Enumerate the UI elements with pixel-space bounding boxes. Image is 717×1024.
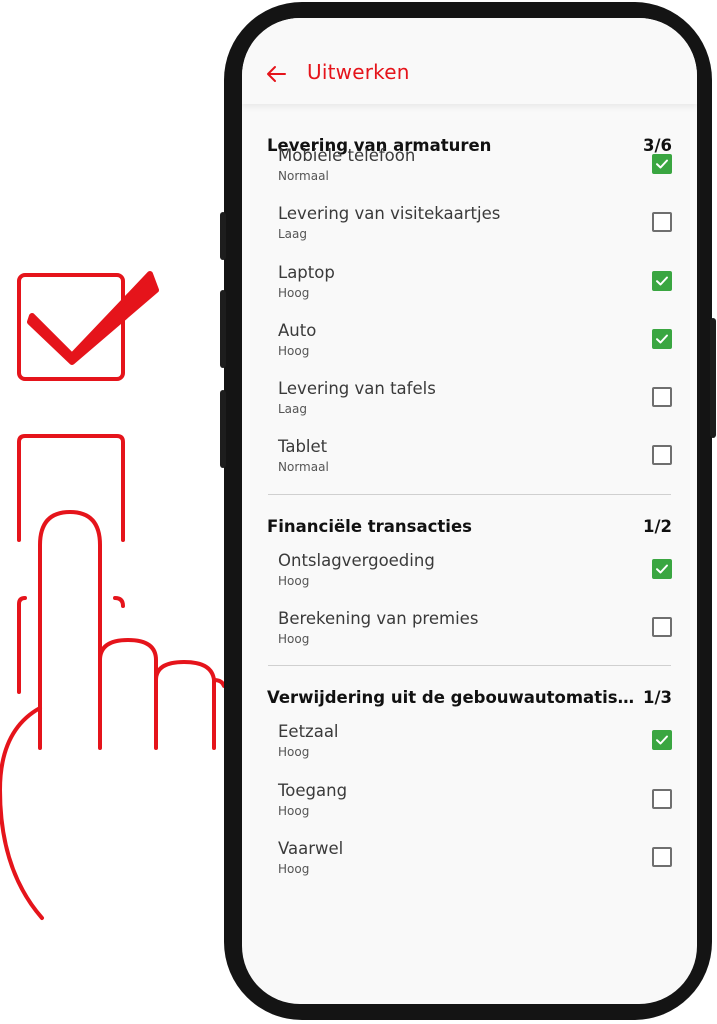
section-levering-van-armaturen: Levering van armaturen 3/6 Mobiele telef…: [242, 104, 697, 496]
item-label: Mobiele telefoon: [278, 146, 416, 165]
item-label: Berekening van premies: [278, 609, 479, 629]
list-item[interactable]: Mobiele telefoon Normaal: [278, 146, 672, 204]
hand-checkbox-illustration: [0, 271, 226, 920]
item-priority: Hoog: [278, 861, 310, 876]
list-item[interactable]: Laptop Hoog: [278, 263, 672, 321]
item-checkbox[interactable]: [652, 445, 672, 466]
app-bar: Uitwerken: [242, 18, 697, 104]
item-priority: Normaal: [278, 460, 329, 475]
checkmark-icon: [656, 735, 668, 745]
item-checkbox[interactable]: [652, 730, 672, 751]
item-priority: Laag: [278, 227, 308, 242]
item-label: Tablet: [278, 437, 328, 457]
section-header: Levering van armaturen 3/6: [267, 104, 672, 155]
section-verwijdering-gebouwautomatisering: Verwijdering uit de gebouwautomatisering…: [242, 666, 697, 897]
illustration-checkbox-empty: [17, 434, 125, 542]
item-checkbox[interactable]: [652, 270, 672, 291]
list-item[interactable]: Auto Hoog: [278, 321, 672, 379]
item-priority: Hoog: [278, 803, 310, 818]
arrow-left-icon[interactable]: [264, 62, 288, 86]
item-priority: Hoog: [278, 745, 310, 760]
item-label: Laptop: [278, 262, 335, 282]
checkmark-icon: [656, 159, 668, 169]
page-title: Uitwerken: [307, 60, 410, 84]
item-priority: Normaal: [278, 169, 329, 183]
list-item[interactable]: Tablet Normaal: [278, 437, 672, 495]
item-label: Levering van tafels: [278, 379, 436, 399]
item-priority: Laag: [278, 402, 308, 417]
item-checkbox[interactable]: [652, 846, 672, 867]
item-priority: Hoog: [278, 285, 310, 300]
item-label: Ontslagvergoeding: [278, 550, 435, 570]
item-checkbox[interactable]: [652, 387, 672, 408]
item-checkbox[interactable]: [652, 617, 672, 638]
item-checkbox[interactable]: [652, 212, 672, 233]
checkmark-icon: [656, 334, 668, 344]
item-label: Levering van visitekaartjes: [278, 204, 501, 224]
item-label: Auto: [278, 320, 317, 340]
list-item[interactable]: Berekening van premies Hoog: [278, 609, 672, 667]
item-priority: Hoog: [278, 573, 310, 588]
illustration-hand: [0, 510, 226, 920]
section-header: Verwijdering uit de gebouwautomatisering…: [267, 666, 672, 714]
section-title: Financiële transacties: [267, 516, 472, 536]
item-priority: Hoog: [278, 632, 310, 647]
phone-screen: Uitwerken Levering van armaturen 3/6 Mob…: [242, 18, 697, 1004]
item-label: Eetzaal: [278, 722, 339, 742]
checkmark-icon: [656, 276, 668, 286]
illustration-checkmark: [27, 271, 159, 365]
list-item[interactable]: Levering van visitekaartjes Laag: [278, 204, 672, 262]
phone-side-button: [220, 212, 226, 260]
list-item[interactable]: Vaarwel Hoog: [278, 839, 672, 897]
list-item[interactable]: Ontslagvergoeding Hoog: [278, 551, 672, 609]
item-checkbox[interactable]: [652, 328, 672, 349]
section-title: Verwijdering uit de gebouwautomatisering: [267, 688, 639, 708]
item-checkbox[interactable]: [652, 558, 672, 579]
phone-power-button: [710, 318, 716, 438]
checklist: Levering van armaturen 3/6 Mobiele telef…: [242, 104, 697, 897]
list-item[interactable]: Eetzaal Hoog: [278, 722, 672, 780]
list-item[interactable]: Levering van tafels Laag: [278, 379, 672, 437]
section-progress-count: 1/3: [643, 688, 672, 708]
item-label: Toegang: [278, 780, 348, 800]
item-priority: Hoog: [278, 343, 310, 358]
checkmark-icon: [656, 564, 668, 574]
section-financiele-transacties: Financiële transacties 1/2 Ontslagvergoe…: [242, 495, 697, 668]
section-progress-count: 1/2: [643, 516, 672, 536]
list-item[interactable]: Toegang Hoog: [278, 781, 672, 839]
item-checkbox[interactable]: [652, 154, 672, 174]
phone-volume-down: [220, 390, 226, 468]
section-header: Financiële transacties 1/2: [267, 495, 672, 543]
item-checkbox[interactable]: [652, 788, 672, 809]
phone-volume-up: [220, 290, 226, 368]
item-label: Vaarwel: [278, 838, 344, 858]
